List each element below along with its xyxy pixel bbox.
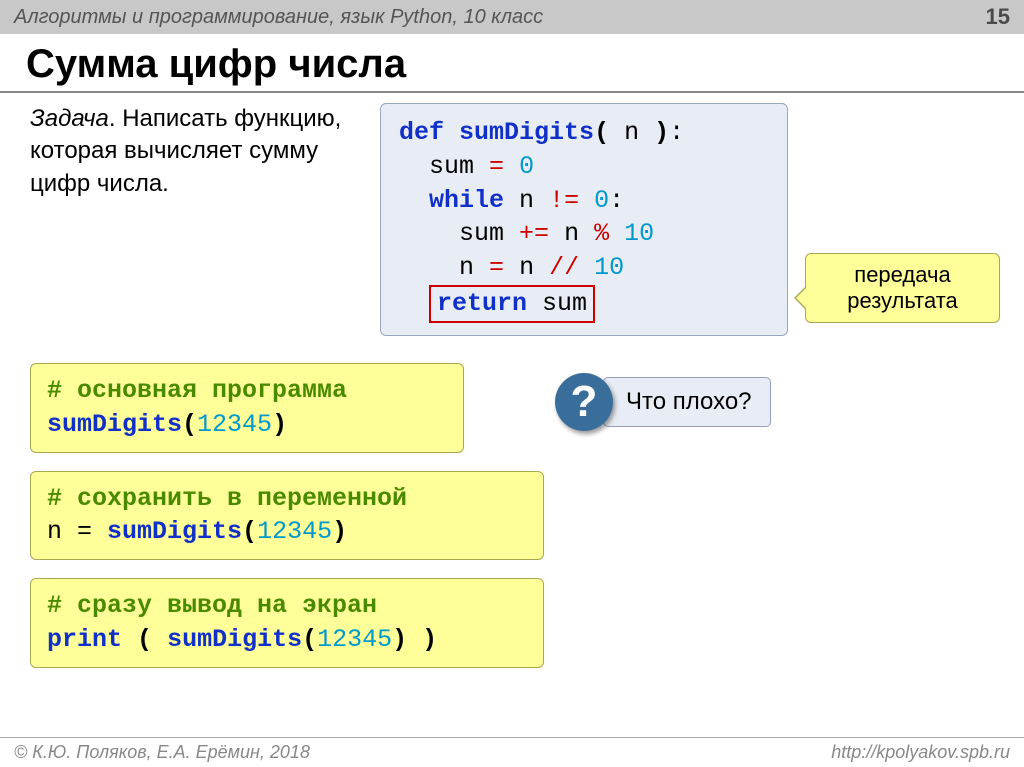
fn-call: sumDigits xyxy=(167,625,302,654)
return-box: return sum xyxy=(429,285,595,323)
task-label: Задача xyxy=(30,105,109,132)
question-label: Что плохо? xyxy=(603,377,771,427)
kw-while: while xyxy=(429,186,504,215)
footer: © К.Ю. Поляков, Е.А. Ерёмин, 2018 http:/… xyxy=(0,737,1024,767)
var: n xyxy=(519,186,534,215)
op: // xyxy=(549,253,579,282)
kw-return: return xyxy=(437,289,527,318)
var: n xyxy=(564,219,579,248)
op: != xyxy=(549,186,579,215)
paren: ( xyxy=(302,625,317,654)
kw-def: def xyxy=(399,118,444,147)
arg: n xyxy=(624,118,639,147)
page-title: Сумма цифр числа xyxy=(26,42,1024,87)
fn-name: sumDigits xyxy=(459,118,594,147)
num: 12345 xyxy=(317,625,392,654)
op: = xyxy=(489,152,504,181)
op: % xyxy=(594,219,609,248)
num: 10 xyxy=(594,253,624,282)
fn-call: sumDigits xyxy=(47,410,182,439)
var: sum xyxy=(429,152,474,181)
paren: ( xyxy=(137,625,152,654)
ret-val: sum xyxy=(542,289,587,318)
num: 12345 xyxy=(257,517,332,546)
example-3: # сразу вывод на экран print ( sumDigits… xyxy=(30,578,544,668)
code-block: def sumDigits( n ): sum = 0 while n != 0… xyxy=(380,103,788,336)
var: n xyxy=(459,253,474,282)
paren: ( xyxy=(182,410,197,439)
page-number: 15 xyxy=(986,4,1010,30)
callout-line: передача xyxy=(820,262,985,288)
kw-print: print xyxy=(47,625,122,654)
question-icon: ? xyxy=(555,373,613,431)
example-1: # основная программа sumDigits(12345) xyxy=(30,363,464,453)
header: Алгоритмы и программирование, язык Pytho… xyxy=(0,0,1024,34)
divider xyxy=(0,91,1024,93)
comment: # сохранить в переменной xyxy=(47,482,527,516)
num: 0 xyxy=(519,152,534,181)
footer-url: http://kpolyakov.spb.ru xyxy=(831,742,1010,763)
paren: ) xyxy=(422,625,437,654)
callout: передача результата xyxy=(805,253,1000,323)
question-box: ? Что плохо? xyxy=(555,373,771,431)
op: += xyxy=(519,219,549,248)
paren: ) xyxy=(332,517,347,546)
var: n xyxy=(519,253,534,282)
examples: # основная программа sumDigits(12345) # … xyxy=(30,363,544,686)
num: 10 xyxy=(624,219,654,248)
comment: # основная программа xyxy=(47,374,447,408)
num: 0 xyxy=(594,186,609,215)
paren: ) xyxy=(392,625,407,654)
comment: # сразу вывод на экран xyxy=(47,589,527,623)
task-text: Задача. Написать функцию, которая вычисл… xyxy=(30,103,360,200)
copyright: © К.Ю. Поляков, Е.А. Ерёмин, 2018 xyxy=(14,742,310,763)
op: = xyxy=(489,253,504,282)
example-2: # сохранить в переменной n = sumDigits(1… xyxy=(30,471,544,561)
breadcrumb: Алгоритмы и программирование, язык Pytho… xyxy=(14,6,543,29)
paren: ( xyxy=(242,517,257,546)
paren: ( xyxy=(594,118,609,147)
var: sum xyxy=(459,219,504,248)
paren: ) xyxy=(272,410,287,439)
paren: ) xyxy=(654,118,669,147)
num: 12345 xyxy=(197,410,272,439)
callout-line: результата xyxy=(820,288,985,314)
fn-call: sumDigits xyxy=(107,517,242,546)
